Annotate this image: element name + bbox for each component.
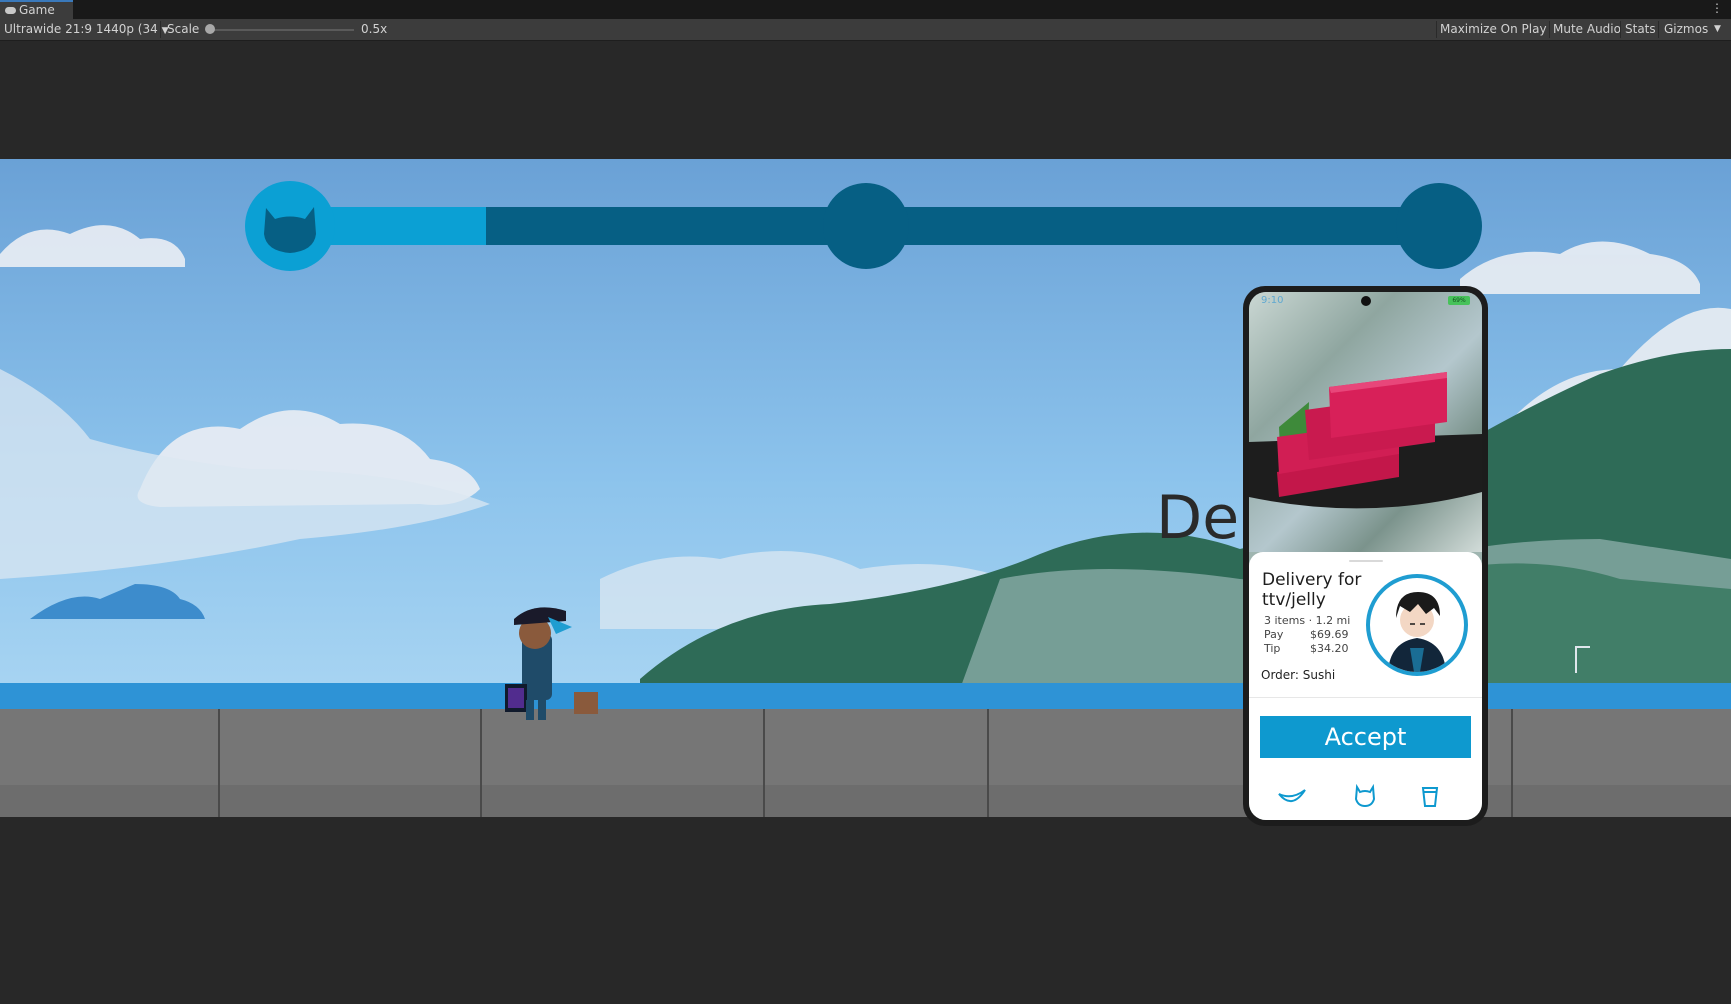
sushi-image [1249, 372, 1482, 509]
delivery-phone: 9:10 69% Delivery for ttv/jelly 3 items … [1243, 286, 1488, 826]
scale-label: Scale [167, 22, 200, 36]
toolbar-divider [160, 21, 161, 38]
fish-icon[interactable] [1277, 784, 1307, 808]
accept-button[interactable]: Accept [1260, 716, 1471, 758]
delivery-meta: 3 items · 1.2 mi [1264, 614, 1351, 627]
status-time: 9:10 [1261, 295, 1284, 306]
battery-icon: 69% [1448, 296, 1470, 305]
gizmos-toggle[interactable]: Gizmos [1664, 19, 1708, 40]
maximize-on-play-toggle[interactable]: Maximize On Play [1440, 19, 1547, 40]
toolbar-divider [1436, 21, 1437, 38]
phone-status-bar: 9:10 69% [1249, 292, 1482, 312]
game-tab-label: Game [19, 3, 55, 17]
tip-row: Tip $34.20 [1264, 642, 1354, 655]
scale-slider-track[interactable] [209, 29, 354, 31]
camera-hole [1361, 296, 1371, 306]
delivery-title: Delivery for ttv/jelly [1262, 570, 1362, 610]
toolbar-divider [1658, 21, 1659, 38]
toolbar-divider [1620, 21, 1621, 38]
delivery-card: Delivery for ttv/jelly 3 items · 1.2 mi … [1249, 552, 1482, 820]
gizmos-dropdown-icon[interactable]: ▼ [1714, 19, 1721, 40]
scale-value: 0.5x [361, 22, 388, 36]
avatar-portrait [1388, 592, 1446, 672]
pay-row: Pay $69.69 [1264, 628, 1354, 641]
editor-tab-bar: Game ⋮ [0, 0, 1731, 19]
cup-icon[interactable] [1415, 784, 1445, 808]
sheet-grabber[interactable] [1349, 560, 1383, 562]
resolution-label: Ultrawide 21:9 1440p (34 [4, 22, 158, 36]
kebab-menu-icon[interactable]: ⋮ [1711, 1, 1723, 15]
mute-audio-toggle[interactable]: Mute Audio [1553, 19, 1621, 40]
pay-label: Pay [1264, 628, 1284, 641]
tip-value: $34.20 [1310, 642, 1349, 655]
card-divider [1249, 697, 1482, 698]
scale-slider-handle[interactable] [205, 24, 215, 34]
pay-value: $69.69 [1310, 628, 1349, 641]
order-text: Order: Sushi [1261, 668, 1336, 682]
tip-label: Tip [1264, 642, 1281, 655]
toolbar-divider [1549, 21, 1550, 38]
phone-screen: 9:10 69% Delivery for ttv/jelly 3 items … [1249, 292, 1482, 820]
cat-nav-icon[interactable] [1350, 784, 1380, 808]
stats-toggle[interactable]: Stats [1625, 19, 1656, 40]
milestone-node [1396, 183, 1482, 269]
milestone-node [823, 183, 909, 269]
gamepad-icon [5, 7, 16, 14]
background-banner-text: Del [1156, 483, 1256, 553]
game-view-toolbar: Ultrawide 21:9 1440p (34 ▼ Scale 0.5x Ma… [0, 19, 1731, 41]
customer-avatar [1366, 574, 1468, 676]
resolution-dropdown[interactable]: Ultrawide 21:9 1440p (34 ▼ [4, 19, 169, 40]
game-tab[interactable]: Game [0, 0, 73, 19]
